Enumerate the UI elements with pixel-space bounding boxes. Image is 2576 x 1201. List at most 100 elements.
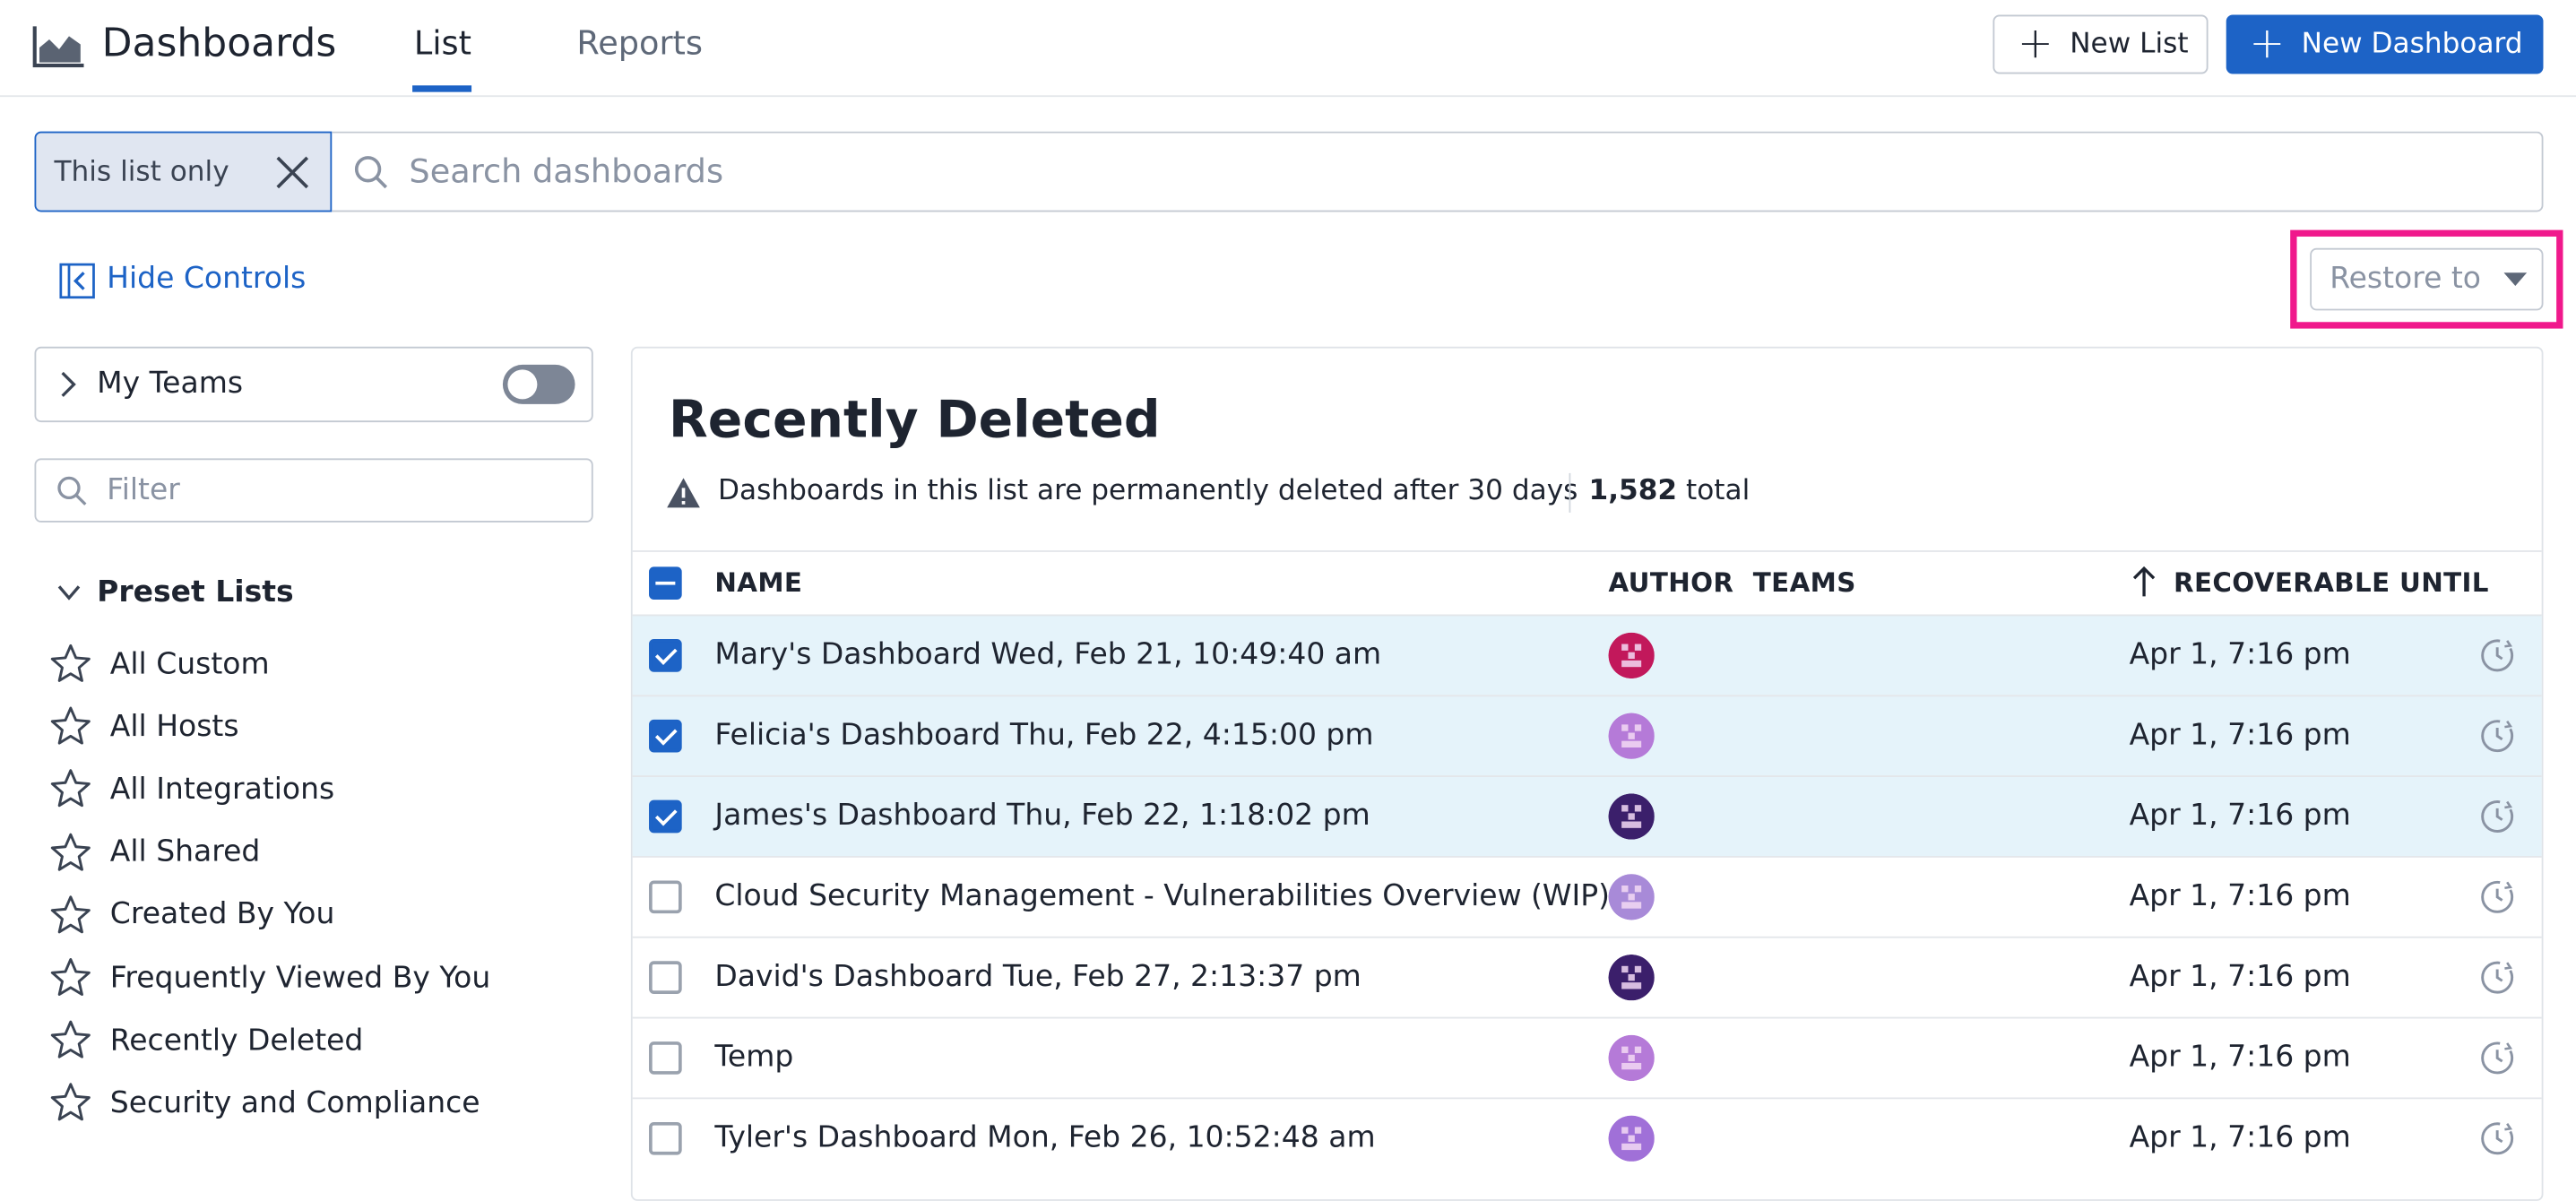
author-avatar xyxy=(1608,874,1655,920)
preset-list-item-label: Created By You xyxy=(109,897,335,932)
dashboard-name-link[interactable]: David's Dashboard Tue, Feb 27, 2:13:37 p… xyxy=(714,959,1361,993)
recoverable-until-date: Apr 1, 7:16 pm xyxy=(2129,959,2351,994)
row-checkbox[interactable] xyxy=(649,880,682,914)
table-row[interactable]: James's Dashboard Thu, Feb 22, 1:18:02 p… xyxy=(632,775,2542,856)
retention-warning: Dashboards in this list are permanently … xyxy=(718,474,1578,508)
dashboard-name-link[interactable]: Tyler's Dashboard Mon, Feb 26, 10:52:48 … xyxy=(714,1120,1375,1154)
chevron-down-icon[interactable] xyxy=(56,582,82,605)
row-checkbox[interactable] xyxy=(649,719,682,753)
preset-lists-heading: Preset Lists xyxy=(97,575,294,610)
filter-placeholder: Filter xyxy=(107,472,180,508)
page-title: Recently Deleted xyxy=(669,391,1161,451)
preset-list-item-label: All Shared xyxy=(109,834,261,869)
new-dashboard-label: New Dashboard xyxy=(2301,28,2523,61)
column-header-teams[interactable]: TEAMS xyxy=(1753,566,1856,598)
active-tab-indicator xyxy=(412,85,472,92)
tab-list[interactable]: List xyxy=(414,23,471,63)
plus-icon: + xyxy=(2017,19,2053,69)
author-avatar xyxy=(1608,632,1655,679)
star-icon[interactable] xyxy=(49,894,92,937)
caret-down-icon xyxy=(2503,272,2528,286)
restore-icon[interactable] xyxy=(2477,635,2517,675)
author-avatar xyxy=(1608,1034,1655,1082)
preset-list-item[interactable]: Security and Compliance xyxy=(49,1078,480,1128)
hide-controls-link[interactable]: Hide Controls xyxy=(107,261,306,295)
preset-list-item[interactable]: Recently Deleted xyxy=(49,1015,363,1065)
star-icon[interactable] xyxy=(49,831,92,874)
row-checkbox[interactable] xyxy=(649,1121,682,1155)
row-checkbox[interactable] xyxy=(649,961,682,994)
table-row[interactable]: Cloud Security Management - Vulnerabilit… xyxy=(632,855,2542,937)
preset-list-item-label: Frequently Viewed By You xyxy=(109,960,491,995)
star-icon[interactable] xyxy=(49,1019,92,1062)
sort-ascending-icon[interactable] xyxy=(2130,566,2159,599)
star-icon[interactable] xyxy=(49,1082,92,1125)
new-list-label: New List xyxy=(2070,28,2189,61)
my-teams-label: My Teams xyxy=(97,366,244,402)
preset-list-item-label: Security and Compliance xyxy=(109,1085,480,1120)
row-checkbox[interactable] xyxy=(649,799,682,834)
recoverable-until-date: Apr 1, 7:16 pm xyxy=(2129,718,2351,753)
preset-list-item[interactable]: All Hosts xyxy=(49,702,239,751)
table-row[interactable]: Tyler's Dashboard Mon, Feb 26, 10:52:48 … xyxy=(632,1097,2542,1178)
table-row[interactable]: Felicia's Dashboard Thu, Feb 22, 4:15:00… xyxy=(632,695,2542,776)
collapse-panel-icon[interactable] xyxy=(59,263,95,299)
restore-icon[interactable] xyxy=(2477,797,2517,836)
toggle-knob xyxy=(507,369,538,400)
restore-to-label: Restore to xyxy=(2330,261,2482,296)
preset-list-item[interactable]: All Custom xyxy=(49,639,270,688)
author-avatar xyxy=(1608,793,1655,840)
close-icon[interactable] xyxy=(272,152,312,192)
row-checkbox[interactable] xyxy=(649,639,682,672)
preset-list-item[interactable]: All Integrations xyxy=(49,765,334,814)
recoverable-until-date: Apr 1, 7:16 pm xyxy=(2129,878,2351,914)
restore-icon[interactable] xyxy=(2477,1038,2517,1077)
star-icon[interactable] xyxy=(49,768,92,811)
star-icon[interactable] xyxy=(49,956,92,999)
column-header-recoverable-until[interactable]: RECOVERABLE UNTIL xyxy=(2174,566,2489,598)
select-all-checkbox[interactable] xyxy=(649,566,682,600)
author-avatar xyxy=(1608,713,1655,759)
dashboard-name-link[interactable]: Temp xyxy=(714,1040,793,1074)
preset-list-item-label: Recently Deleted xyxy=(109,1023,364,1058)
column-header-name[interactable]: NAME xyxy=(714,566,802,598)
table-row[interactable]: Mary's Dashboard Wed, Feb 21, 10:49:40 a… xyxy=(632,614,2542,696)
column-header-author[interactable]: AUTHOR xyxy=(1609,566,1734,598)
table-row[interactable]: David's Dashboard Tue, Feb 27, 2:13:37 p… xyxy=(632,936,2542,1017)
tab-reports[interactable]: Reports xyxy=(576,23,703,63)
restore-icon[interactable] xyxy=(2477,1119,2517,1158)
recoverable-until-date: Apr 1, 7:16 pm xyxy=(2129,1120,2351,1155)
warning-icon xyxy=(667,478,700,508)
preset-list-item-label: All Custom xyxy=(109,646,270,681)
star-icon[interactable] xyxy=(49,705,92,748)
search-icon xyxy=(57,476,87,505)
table-header-border xyxy=(632,550,2542,552)
restore-icon[interactable] xyxy=(2477,877,2517,917)
author-avatar xyxy=(1608,1115,1655,1162)
plus-icon: + xyxy=(2249,19,2286,69)
table-row[interactable]: Temp Apr 1, 7:16 pm xyxy=(632,1016,2542,1098)
new-list-button[interactable]: + New List xyxy=(1993,14,2209,74)
recoverable-until-date: Apr 1, 7:16 pm xyxy=(2129,637,2351,672)
chevron-right-icon[interactable] xyxy=(56,369,79,399)
app-title: Dashboards xyxy=(101,19,337,66)
scope-chip-label: This list only xyxy=(54,155,229,188)
total-label: total xyxy=(1686,474,1750,508)
total-count: 1,582 total xyxy=(1589,475,1750,508)
star-icon[interactable] xyxy=(49,643,92,686)
new-dashboard-button[interactable]: + New Dashboard xyxy=(2226,14,2544,74)
author-avatar xyxy=(1608,954,1655,1001)
preset-list-item[interactable]: Frequently Viewed By You xyxy=(49,953,490,1002)
restore-icon[interactable] xyxy=(2477,958,2517,998)
restore-icon[interactable] xyxy=(2477,716,2517,756)
dashboards-area-chart-icon xyxy=(32,26,84,68)
preset-list-item[interactable]: All Shared xyxy=(49,827,260,877)
dashboard-name-link[interactable]: Mary's Dashboard Wed, Feb 21, 10:49:40 a… xyxy=(714,637,1381,671)
divider xyxy=(1569,472,1571,513)
row-checkbox[interactable] xyxy=(649,1041,682,1075)
dashboard-name-link[interactable]: Cloud Security Management - Vulnerabilit… xyxy=(714,879,1610,913)
dashboard-name-link[interactable]: James's Dashboard Thu, Feb 22, 1:18:02 p… xyxy=(714,799,1370,833)
dashboard-name-link[interactable]: Felicia's Dashboard Thu, Feb 22, 4:15:00… xyxy=(714,718,1373,752)
preset-list-item[interactable]: Created By You xyxy=(49,890,334,939)
recoverable-until-date: Apr 1, 7:16 pm xyxy=(2129,1040,2351,1075)
